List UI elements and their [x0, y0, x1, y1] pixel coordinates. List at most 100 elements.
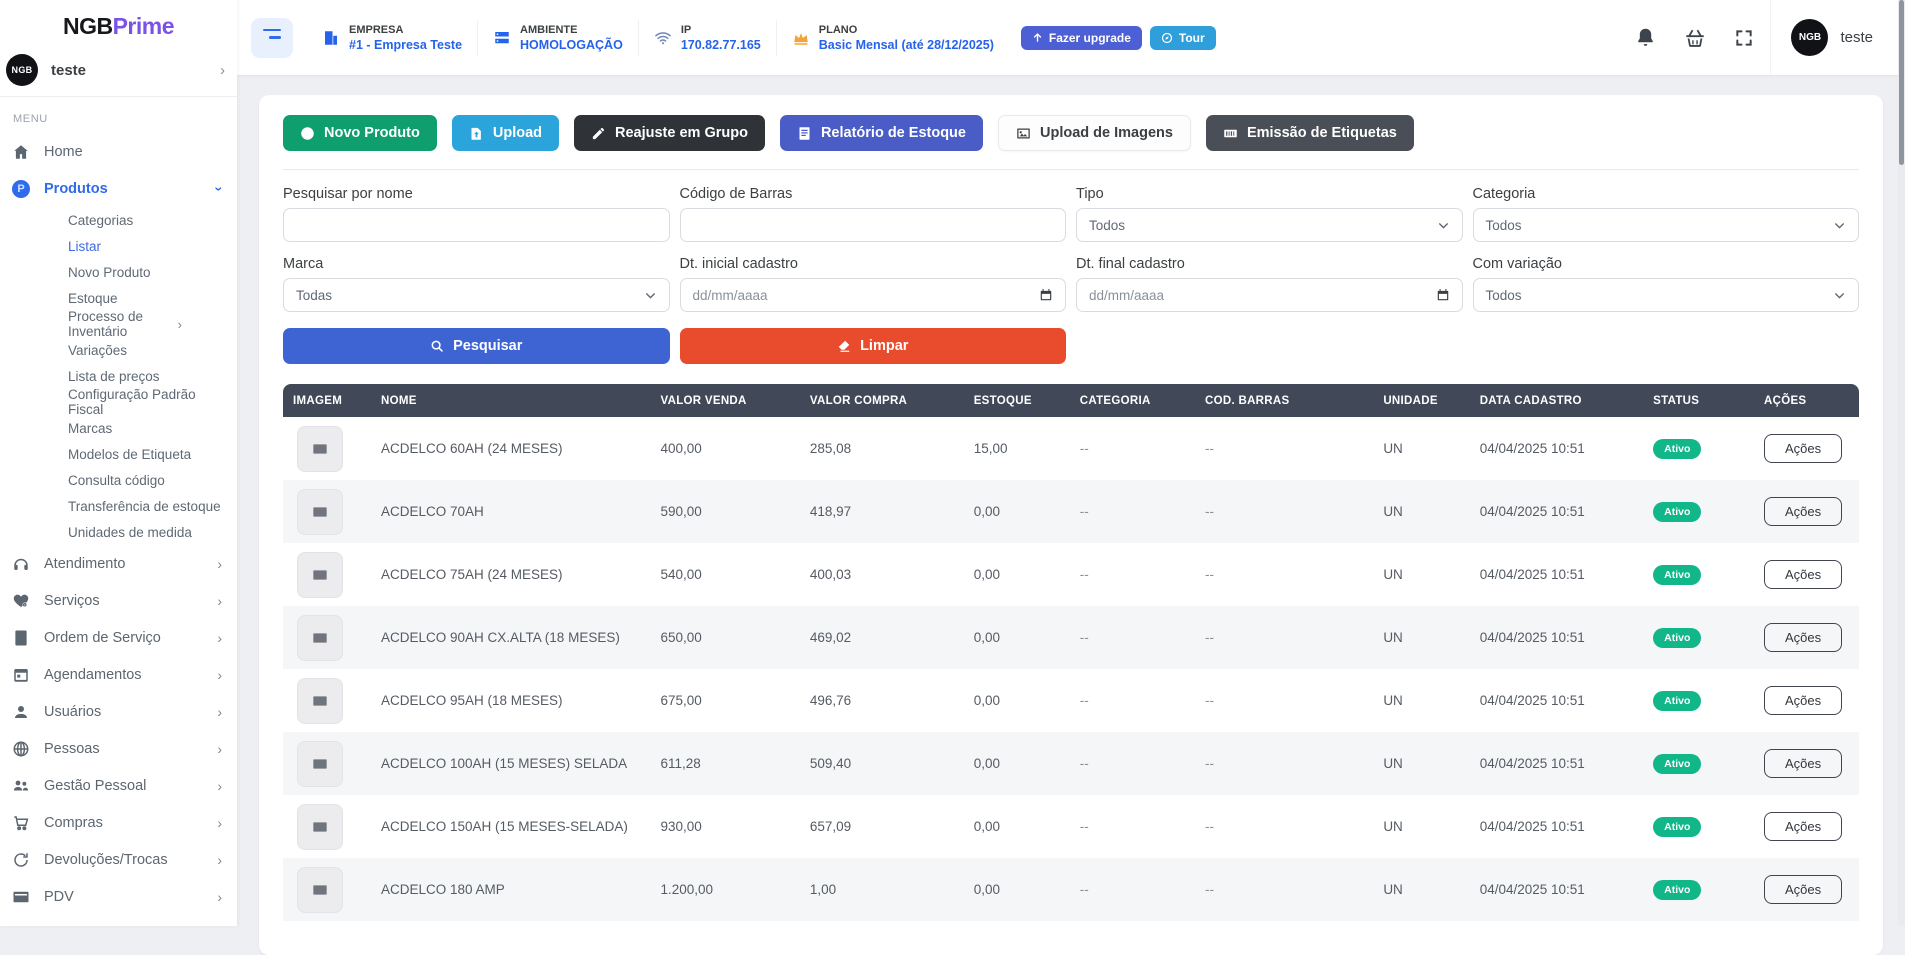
sidebar-subitem[interactable]: Transferência de estoque: [0, 493, 237, 519]
category-select[interactable]: Todos: [1473, 208, 1860, 242]
sidebar-subitem[interactable]: Marcas: [0, 415, 237, 441]
cell-category: --: [1070, 756, 1195, 771]
type-select[interactable]: Todos: [1076, 208, 1463, 242]
sidebar-subitem[interactable]: Listar: [0, 233, 237, 259]
row-actions-button[interactable]: Ações: [1764, 560, 1842, 589]
sidebar-item-gestao-pessoal[interactable]: Gestão Pessoal ›: [0, 767, 237, 804]
sidebar-item-agendamentos[interactable]: Agendamentos ›: [0, 656, 237, 693]
scrollbar-thumb[interactable]: [1899, 0, 1904, 165]
cell-status: Ativo: [1643, 439, 1754, 459]
selected-value: Todos: [1486, 218, 1522, 233]
sidebar-item-pessoas[interactable]: Pessoas ›: [0, 730, 237, 767]
sidebar-subitem[interactable]: Estoque: [0, 285, 237, 311]
cell-category: --: [1070, 882, 1195, 897]
sidebar-item-devolucoes[interactable]: Devoluções/Trocas ›: [0, 841, 237, 878]
chevron-right-icon: ›: [178, 317, 182, 332]
sidebar-item-home[interactable]: Home: [0, 133, 237, 170]
sidebar-subitem[interactable]: Novo Produto: [0, 259, 237, 285]
cell-purchase-price: 657,09: [800, 819, 964, 834]
sidebar-item-compras[interactable]: Compras ›: [0, 804, 237, 841]
row-actions-button[interactable]: Ações: [1764, 686, 1842, 715]
headset-icon: [12, 555, 30, 573]
sidebar-subitem[interactable]: Processo de Inventário ›: [0, 311, 237, 337]
table-row: ACDELCO 180 AMP 1.200,00 1,00 0,00 -- --…: [283, 858, 1859, 921]
hand-heart-icon: [12, 592, 30, 610]
brand-select[interactable]: Todas: [283, 278, 670, 312]
photo-icon: [312, 882, 328, 898]
chevron-right-icon: ›: [217, 890, 222, 904]
barcode-input[interactable]: [680, 208, 1067, 242]
row-actions-button[interactable]: Ações: [1764, 812, 1842, 841]
sidebar-subitem-label: Consulta código: [68, 473, 165, 488]
fullscreen-button[interactable]: [1734, 28, 1754, 48]
row-actions-button[interactable]: Ações: [1764, 434, 1842, 463]
clear-button[interactable]: Limpar: [680, 328, 1067, 364]
cell-created-at: 04/04/2025 10:51: [1470, 882, 1643, 897]
upgrade-button[interactable]: Fazer upgrade: [1021, 26, 1142, 50]
upgrade-label: Fazer upgrade: [1049, 31, 1131, 45]
image-placeholder: [297, 615, 343, 661]
cell-actions: Ações: [1754, 686, 1859, 715]
sidebar-item-pdv[interactable]: PDV ›: [0, 878, 237, 915]
notifications-button[interactable]: [1635, 27, 1656, 48]
upload-images-button[interactable]: Upload de Imagens: [998, 115, 1191, 151]
user-menu[interactable]: NGB teste: [1770, 0, 1895, 75]
image-icon: [1016, 126, 1031, 141]
sidebar-subitem[interactable]: Lista de preços: [0, 363, 237, 389]
sidebar-item-label: Serviços: [44, 593, 100, 609]
brand-logo: NGBPrime: [0, 0, 237, 52]
button-label: Limpar: [860, 338, 908, 354]
cell-stock: 15,00: [964, 441, 1070, 456]
menu-toggle-button[interactable]: [251, 18, 293, 58]
row-actions-button[interactable]: Ações: [1764, 875, 1842, 904]
avatar: NGB: [6, 54, 38, 86]
sidebar-subitem[interactable]: Unidades de medida: [0, 519, 237, 545]
sidebar-item-label: PDV: [44, 889, 74, 905]
new-product-button[interactable]: Novo Produto: [283, 115, 437, 151]
row-actions-button[interactable]: Ações: [1764, 623, 1842, 652]
globe-icon: [12, 740, 30, 758]
stock-report-button[interactable]: Relatório de Estoque: [780, 115, 983, 151]
row-actions-button[interactable]: Ações: [1764, 749, 1842, 778]
sidebar-item-atendimento[interactable]: Atendimento ›: [0, 545, 237, 582]
variation-select[interactable]: Todos: [1473, 278, 1860, 312]
filter-label: Categoria: [1473, 186, 1860, 202]
cell-barcode: --: [1195, 567, 1373, 582]
labels-button[interactable]: Emissão de Etiquetas: [1206, 115, 1414, 151]
sidebar-subitem[interactable]: Consulta código: [0, 467, 237, 493]
photo-icon: [312, 630, 328, 646]
sidebar-subitem[interactable]: Categorias: [0, 207, 237, 233]
sidebar-item-produtos[interactable]: P Produtos ›: [0, 170, 237, 207]
basket-button[interactable]: [1684, 27, 1706, 49]
cell-barcode: --: [1195, 756, 1373, 771]
end-date-input[interactable]: dd/mm/aaaa: [1076, 278, 1463, 312]
start-date-input[interactable]: dd/mm/aaaa: [680, 278, 1067, 312]
topbar-actions: [1635, 27, 1770, 49]
page-scrollbar[interactable]: [1898, 0, 1905, 926]
people-group-icon: [12, 777, 30, 795]
chip-empresa: EMPRESA #1 - Empresa Teste: [307, 20, 477, 56]
image-placeholder: [297, 489, 343, 535]
sidebar-subitem[interactable]: Variações: [0, 337, 237, 363]
sidebar-subitem[interactable]: Configuração Padrão Fiscal: [0, 389, 237, 415]
row-actions-button[interactable]: Ações: [1764, 497, 1842, 526]
table-body: ACDELCO 60AH (24 MESES) 400,00 285,08 15…: [283, 417, 1859, 921]
upload-button[interactable]: Upload: [452, 115, 559, 151]
sidebar-item-servicos[interactable]: Serviços ›: [0, 582, 237, 619]
sidebar-subitem[interactable]: Modelos de Etiqueta: [0, 441, 237, 467]
cell-name: ACDELCO 150AH (15 MESES-SELADA): [371, 819, 650, 834]
pos-terminal-icon: [12, 888, 30, 906]
photo-icon: [312, 567, 328, 583]
sidebar-item-ordem-servico[interactable]: Ordem de Serviço ›: [0, 619, 237, 656]
tour-button[interactable]: Tour: [1150, 26, 1216, 50]
search-button[interactable]: Pesquisar: [283, 328, 670, 364]
group-adjust-button[interactable]: Reajuste em Grupo: [574, 115, 765, 151]
cell-purchase-price: 496,76: [800, 693, 964, 708]
name-search-input[interactable]: [283, 208, 670, 242]
sidebar-item-usuarios[interactable]: Usuários ›: [0, 693, 237, 730]
sidebar-item-label: Compras: [44, 815, 103, 831]
sidebar-user[interactable]: NGB teste ›: [0, 52, 237, 97]
chip-ip: IP 170.82.77.165: [638, 20, 776, 56]
filter-variation: Com variação Todos: [1473, 256, 1860, 312]
fullscreen-icon: [1734, 28, 1754, 48]
